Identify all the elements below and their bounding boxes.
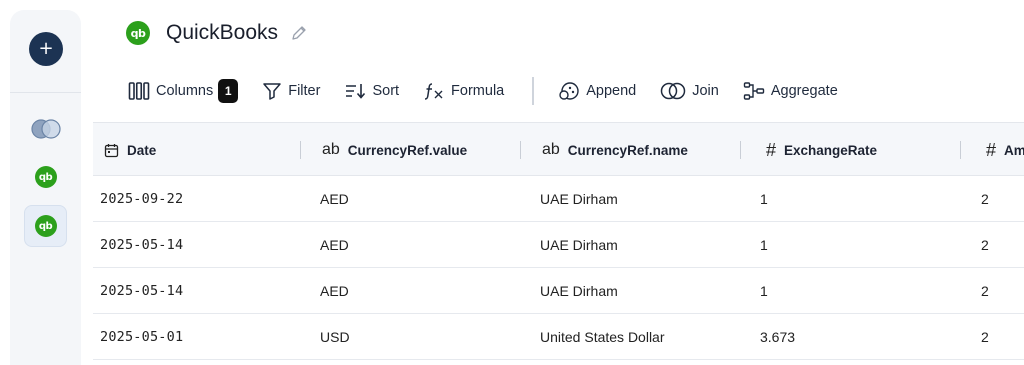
cell-exchange-rate: 1 [760,191,768,207]
quickbooks-icon: qb [34,166,57,188]
data-table: Date ab CurrencyRef.value ab CurrencyRef… [93,122,1024,360]
cell-currency-name: UAE Dirham [540,237,618,253]
page-header: qb QuickBooks [126,18,308,48]
toolbar: Columns 1 Filter Sort Formula Append Joi… [128,76,862,106]
quickbooks-icon: qb [34,215,57,237]
sidebar-item-join[interactable] [24,108,67,150]
number-type-icon: # [986,139,997,160]
sidebar-item-quickbooks-2[interactable]: qb [24,205,67,247]
join-button[interactable]: Join [660,76,719,106]
join-icon [30,119,61,139]
cell-currency-value: USD [320,329,350,345]
column-header-label: CurrencyRef.value [347,142,468,158]
column-header-label: ExchangeRate [784,142,878,158]
column-header-amount[interactable]: # Am [986,123,1024,177]
join-label: Join [692,83,719,99]
table-row[interactable]: 2025-09-22 AED UAE Dirham 1 2 [93,176,1024,222]
columns-label: Columns [156,83,214,99]
sort-label: Sort [372,83,400,99]
cell-currency-value: AED [320,283,349,299]
columns-count-badge: 1 [218,79,239,103]
append-icon [559,82,579,100]
column-header-label: Date [127,142,157,158]
cell-date: 2025-05-14 [100,283,184,299]
cell-currency-name: UAE Dirham [540,191,618,207]
sidebar-item-quickbooks-1[interactable]: qb [24,156,67,198]
calendar-icon [104,143,119,158]
text-type-icon: ab [322,141,340,158]
sort-icon [346,84,366,99]
columns-button[interactable]: Columns 1 [128,76,239,106]
column-header-label: Am [1004,142,1024,158]
cell-currency-name: United States Dollar [540,329,665,345]
append-label: Append [586,83,637,99]
filter-icon [263,83,281,100]
column-divider[interactable] [300,141,301,159]
column-header-currencyref-name[interactable]: ab CurrencyRef.name [542,123,688,177]
cell-date: 2025-05-14 [100,237,184,253]
page-title: QuickBooks [166,21,279,44]
cell-amount: 2 [981,329,989,345]
plus-icon: + [38,38,54,59]
sort-button[interactable]: Sort [344,76,399,106]
quickbooks-logo-icon: qb [126,21,150,45]
column-divider[interactable] [740,141,741,159]
join-icon [660,82,686,100]
table-header: Date ab CurrencyRef.value ab CurrencyRef… [93,122,1024,176]
table-row[interactable]: 2025-05-14 AED UAE Dirham 1 2 [93,222,1024,268]
filter-label: Filter [288,83,321,99]
toolbar-divider [532,77,535,105]
aggregate-button[interactable]: Aggregate [743,76,838,106]
number-type-icon: # [766,139,777,160]
aggregate-label: Aggregate [770,83,838,99]
filter-button[interactable]: Filter [262,76,320,106]
text-type-icon: ab [542,141,560,158]
cell-currency-value: AED [320,191,349,207]
table-row[interactable]: 2025-05-14 AED UAE Dirham 1 2 [93,268,1024,314]
column-divider[interactable] [520,141,521,159]
formula-button[interactable]: Formula [423,76,504,106]
cell-amount: 2 [981,283,989,299]
cell-date: 2025-05-01 [100,329,184,345]
formula-label: Formula [451,83,505,99]
column-divider[interactable] [960,141,961,159]
cell-date: 2025-09-22 [100,191,184,207]
formula-icon [425,83,443,100]
columns-icon [128,82,150,100]
cell-amount: 2 [981,237,989,253]
pencil-icon[interactable] [290,24,308,42]
table-row[interactable]: 2025-05-01 USD United States Dollar 3.67… [93,314,1024,360]
sidebar-divider [10,92,81,93]
cell-currency-name: UAE Dirham [540,283,618,299]
column-header-label: CurrencyRef.name [567,142,688,158]
add-source-button[interactable]: + [29,32,63,66]
cell-currency-value: AED [320,237,349,253]
aggregate-icon [743,82,765,100]
column-header-currencyref-value[interactable]: ab CurrencyRef.value [322,123,467,177]
append-button[interactable]: Append [558,76,636,106]
column-header-date[interactable]: Date [104,123,156,177]
cell-exchange-rate: 3.673 [760,329,796,345]
column-header-exchangerate[interactable]: # ExchangeRate [766,123,877,177]
cell-amount: 2 [981,191,989,207]
cell-exchange-rate: 1 [760,237,768,253]
left-sidebar: + qb qb [10,10,81,365]
cell-exchange-rate: 1 [760,283,768,299]
